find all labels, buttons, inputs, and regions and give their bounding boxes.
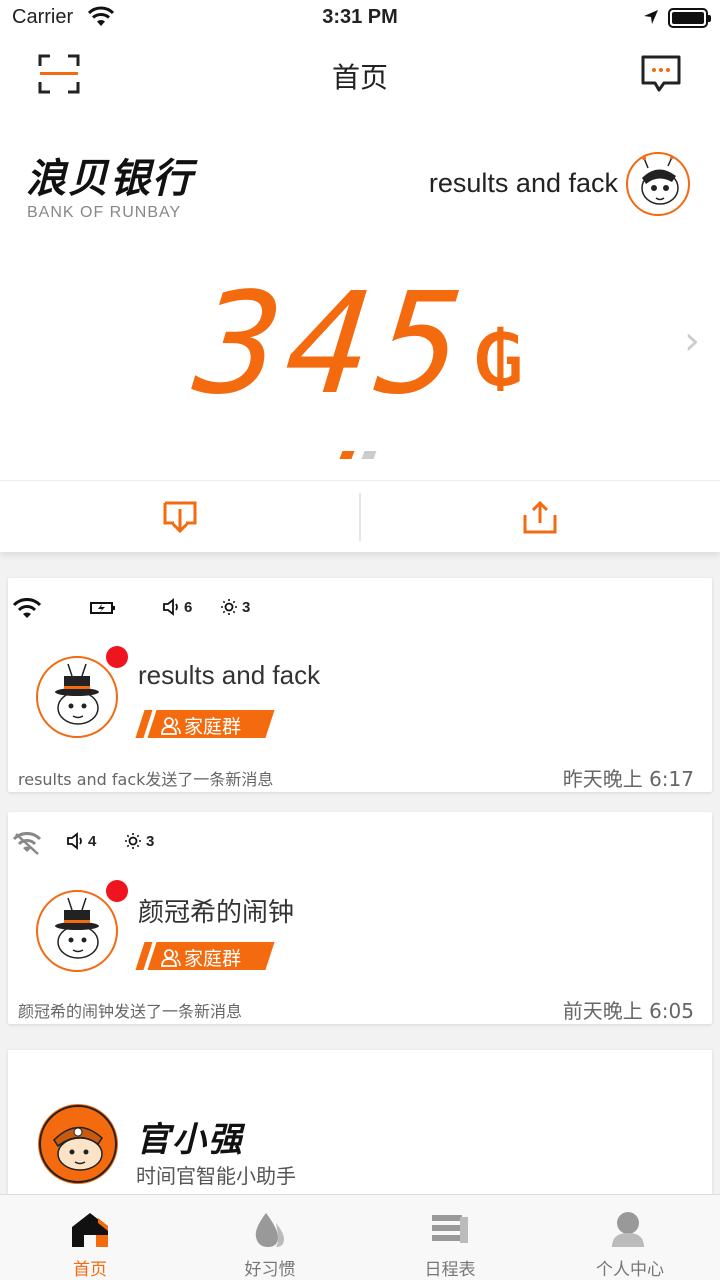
device-name: results and fack <box>138 660 321 690</box>
volume-indicator: 6 <box>162 598 192 616</box>
assistant-name: 官小强 <box>136 1120 244 1160</box>
balance-display: 345₲ <box>0 263 720 426</box>
device-card[interactable]: 4 3 颜冠希的闹钟 家庭群 颜冠希的闹钟发送了一条新消息 前天晚上 6:05 <box>8 812 712 1024</box>
bank-subtitle: BANK OF RUNBAY <box>27 204 182 221</box>
last-message: results and fack发送了一条新消息 <box>18 770 274 789</box>
group-tag-label: 家庭群 <box>184 948 242 970</box>
speaker-icon <box>67 832 82 850</box>
device-name: 颜冠希的闹钟 <box>138 897 295 927</box>
battery-charging-icon <box>90 600 116 616</box>
battery-icon <box>668 8 711 28</box>
group-icon <box>161 948 181 967</box>
message-icon <box>641 55 681 92</box>
clock: 3:31 PM <box>322 6 398 28</box>
volume-indicator: 4 <box>66 832 96 850</box>
drop-icon <box>255 1213 284 1247</box>
brightness-value: 3 <box>146 832 155 850</box>
page-dot-active <box>339 451 355 459</box>
upload-icon <box>523 500 557 534</box>
brightness-value: 3 <box>242 598 251 616</box>
volume-value: 4 <box>88 832 97 850</box>
navigation-bar: 首页 <box>0 38 720 110</box>
brightness-indicator: 3 <box>124 832 154 850</box>
sun-icon <box>221 599 237 615</box>
deposit-button[interactable] <box>0 481 360 553</box>
group-tag-label: 家庭群 <box>184 716 242 738</box>
device-card[interactable]: 6 3 results and fack 家庭群 results and fac… <box>8 578 712 792</box>
page-dot <box>361 451 377 459</box>
last-message: 颜冠希的闹钟发送了一条新消息 <box>18 1002 243 1021</box>
message-time: 昨天晚上 6:17 <box>562 767 694 791</box>
device-avatar <box>36 890 118 972</box>
user-avatar[interactable] <box>626 152 690 216</box>
wifi-disconnected-icon <box>12 832 42 856</box>
wifi-connected-icon <box>12 598 42 620</box>
volume-value: 6 <box>184 598 193 616</box>
message-time: 前天晚上 6:05 <box>562 999 694 1023</box>
speaker-icon <box>163 598 178 616</box>
page-title: 首页 <box>331 61 388 94</box>
tab-habits[interactable]: 好习惯 <box>180 1195 360 1280</box>
tab-profile[interactable]: 个人中心 <box>540 1195 720 1280</box>
tab-label: 好习惯 <box>244 1260 296 1280</box>
transfer-button[interactable] <box>360 481 720 553</box>
messages-button[interactable] <box>640 54 682 94</box>
assistant-card[interactable]: 官小强 时间官智能小助手 <box>8 1050 712 1200</box>
page-indicator <box>339 444 385 463</box>
action-row <box>0 480 720 552</box>
currency-symbol: ₲ <box>473 318 524 402</box>
schedule-icon <box>432 1215 468 1243</box>
status-bar: Carrier 3:31 PM <box>0 0 720 38</box>
unread-badge <box>106 646 128 668</box>
brightness-indicator: 3 <box>220 598 250 616</box>
person-icon <box>612 1212 644 1247</box>
assistant-avatar <box>38 1104 118 1184</box>
balance-amount: 345 <box>187 263 476 426</box>
assistant-subtitle: 时间官智能小助手 <box>136 1164 296 1188</box>
ant-hat-avatar-icon <box>55 897 99 959</box>
home-icon <box>72 1213 108 1247</box>
bank-logo-text: 浪贝银行 <box>26 156 194 202</box>
tab-home[interactable]: 首页 <box>0 1195 180 1280</box>
account-header: 浪贝银行 BANK OF RUNBAY results and fack 345… <box>0 110 720 480</box>
tab-bar: 首页 好习惯 日程表 个人中心 <box>0 1194 720 1280</box>
tab-label: 日程表 <box>424 1260 476 1280</box>
sun-icon <box>125 833 141 849</box>
ant-hat-avatar-icon <box>55 663 99 725</box>
tab-label: 个人中心 <box>596 1260 664 1280</box>
download-icon <box>163 501 197 534</box>
group-icon <box>161 716 181 735</box>
next-page-chevron-icon[interactable]: › <box>684 318 700 364</box>
ant-avatar-icon <box>641 155 679 205</box>
location-arrow-icon <box>644 10 658 24</box>
tab-label: 首页 <box>73 1260 107 1280</box>
device-avatar <box>36 656 118 738</box>
tab-schedule[interactable]: 日程表 <box>360 1195 540 1280</box>
ant-miner-avatar-icon <box>39 1105 117 1183</box>
user-name[interactable]: results and fack <box>429 168 618 199</box>
unread-badge <box>106 880 128 902</box>
